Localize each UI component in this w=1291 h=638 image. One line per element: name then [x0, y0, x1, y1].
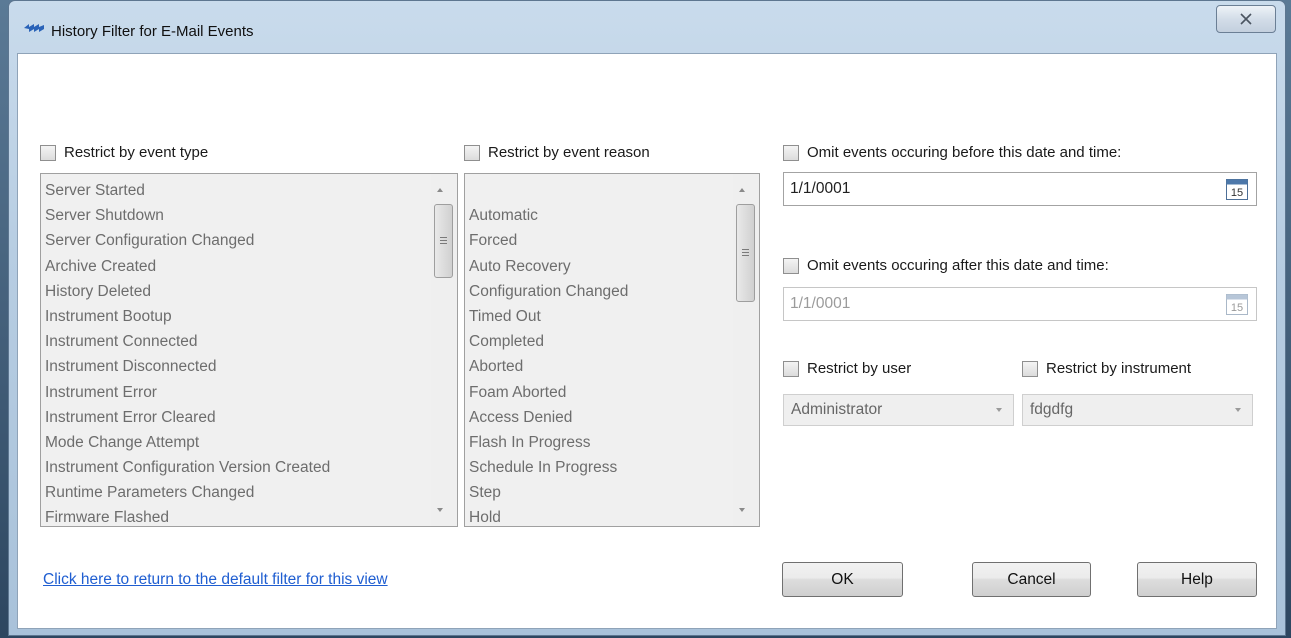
app-icon: [24, 24, 44, 32]
instrument-dropdown[interactable]: fdgdfg: [1022, 394, 1253, 426]
list-item[interactable]: Runtime Parameters Changed: [45, 480, 429, 505]
event-reason-items: Automatic Forced Auto Recovery Configuratio…: [469, 178, 731, 526]
ok-button[interactable]: OK: [782, 562, 903, 597]
window-title: History Filter for E-Mail Events: [51, 23, 254, 40]
list-item[interactable]: Completed: [469, 329, 731, 354]
list-item[interactable]: Server Started: [45, 178, 429, 203]
list-item[interactable]: Schedule In Progress: [469, 455, 731, 480]
dialog-window: History Filter for E-Mail Events Restric…: [8, 0, 1286, 636]
after-date-value: 1/1/0001: [790, 295, 851, 312]
close-icon: [1240, 13, 1252, 25]
after-date-option[interactable]: Omit events occuring after this date and…: [783, 257, 1109, 274]
scroll-thumb[interactable]: [434, 204, 453, 278]
user-label: Restrict by user: [807, 360, 912, 377]
list-item[interactable]: Firmware Flashed: [45, 505, 429, 526]
list-item[interactable]: Access Denied: [469, 405, 731, 430]
user-checkbox[interactable]: [783, 360, 799, 377]
list-item[interactable]: Forced: [469, 228, 731, 253]
grip-line: [742, 252, 749, 253]
chevron-down-icon: [996, 408, 1002, 412]
dialog-client-area: Restrict by event type Server Started Ser…: [17, 53, 1277, 629]
scroll-down-icon[interactable]: [437, 508, 443, 512]
list-item[interactable]: Flash In Progress: [469, 430, 731, 455]
close-button[interactable]: [1216, 5, 1276, 33]
list-item[interactable]: Foam Aborted: [469, 380, 731, 405]
list-item[interactable]: Hold: [469, 505, 731, 526]
instrument-value: fdgdfg: [1030, 401, 1074, 418]
list-item[interactable]: Instrument Disconnected: [45, 354, 429, 379]
scroll-up-icon[interactable]: [437, 188, 443, 192]
after-date-field[interactable]: 1/1/0001 15: [783, 287, 1257, 321]
calendar-icon[interactable]: 15: [1226, 179, 1248, 200]
list-item[interactable]: Auto Recovery: [469, 254, 731, 279]
list-item[interactable]: [469, 178, 731, 203]
list-item[interactable]: Instrument Error Cleared: [45, 405, 429, 430]
user-dropdown[interactable]: Administrator: [783, 394, 1014, 426]
list-item[interactable]: Step: [469, 480, 731, 505]
before-date-option[interactable]: Omit events occuring before this date an…: [783, 144, 1121, 161]
event-type-option[interactable]: Restrict by event type: [40, 144, 208, 161]
chevron-down-icon: [1235, 408, 1241, 412]
scroll-thumb[interactable]: [736, 204, 755, 302]
event-type-checkbox[interactable]: [40, 144, 56, 161]
before-date-field[interactable]: 1/1/0001 15: [783, 172, 1257, 206]
grip-line: [742, 249, 749, 250]
event-type-scrollbar[interactable]: [431, 174, 457, 526]
list-item[interactable]: Mode Change Attempt: [45, 430, 429, 455]
list-item[interactable]: History Deleted: [45, 279, 429, 304]
before-date-label: Omit events occuring before this date an…: [807, 144, 1122, 161]
user-value: Administrator: [791, 401, 883, 418]
grip-line: [742, 255, 749, 256]
instrument-option[interactable]: Restrict by instrument: [1022, 360, 1191, 377]
instrument-label: Restrict by instrument: [1046, 360, 1192, 377]
after-date-label: Omit events occuring after this date and…: [807, 257, 1109, 274]
grip-line: [440, 240, 447, 241]
list-item[interactable]: Server Configuration Changed: [45, 228, 429, 253]
list-item[interactable]: Configuration Changed: [469, 279, 731, 304]
calendar-day: 15: [1231, 187, 1243, 199]
event-type-label: Restrict by event type: [64, 144, 209, 161]
event-reason-checkbox[interactable]: [464, 144, 480, 161]
list-item[interactable]: Instrument Configuration Version Created: [45, 455, 429, 480]
before-date-checkbox[interactable]: [783, 144, 799, 161]
default-filter-link[interactable]: Click here to return to the default filt…: [43, 571, 388, 589]
scroll-down-icon[interactable]: [739, 508, 745, 512]
grip-line: [440, 237, 447, 238]
list-item[interactable]: Server Shutdown: [45, 203, 429, 228]
event-reason-list[interactable]: Automatic Forced Auto Recovery Configuratio…: [464, 173, 760, 527]
event-type-items: Server Started Server Shutdown Server Conf…: [45, 178, 429, 526]
calendar-day: 15: [1231, 302, 1243, 314]
after-date-checkbox[interactable]: [783, 257, 799, 274]
title-bar[interactable]: History Filter for E-Mail Events: [9, 1, 1285, 53]
list-item[interactable]: Instrument Bootup: [45, 304, 429, 329]
list-item[interactable]: Instrument Connected: [45, 329, 429, 354]
list-item[interactable]: Timed Out: [469, 304, 731, 329]
list-item[interactable]: Instrument Error: [45, 380, 429, 405]
list-item[interactable]: Automatic: [469, 203, 731, 228]
list-item[interactable]: Aborted: [469, 354, 731, 379]
instrument-checkbox[interactable]: [1022, 360, 1038, 377]
grip-line: [440, 243, 447, 244]
calendar-icon[interactable]: 15: [1226, 294, 1248, 315]
before-date-value: 1/1/0001: [790, 180, 851, 197]
list-item[interactable]: Archive Created: [45, 254, 429, 279]
user-option[interactable]: Restrict by user: [783, 360, 911, 377]
event-reason-label: Restrict by event reason: [488, 144, 650, 161]
event-type-list[interactable]: Server Started Server Shutdown Server Conf…: [40, 173, 458, 527]
event-reason-option[interactable]: Restrict by event reason: [464, 144, 650, 161]
cancel-button[interactable]: Cancel: [972, 562, 1091, 597]
event-reason-scrollbar[interactable]: [733, 174, 759, 526]
scroll-up-icon[interactable]: [739, 188, 745, 192]
help-button[interactable]: Help: [1137, 562, 1257, 597]
